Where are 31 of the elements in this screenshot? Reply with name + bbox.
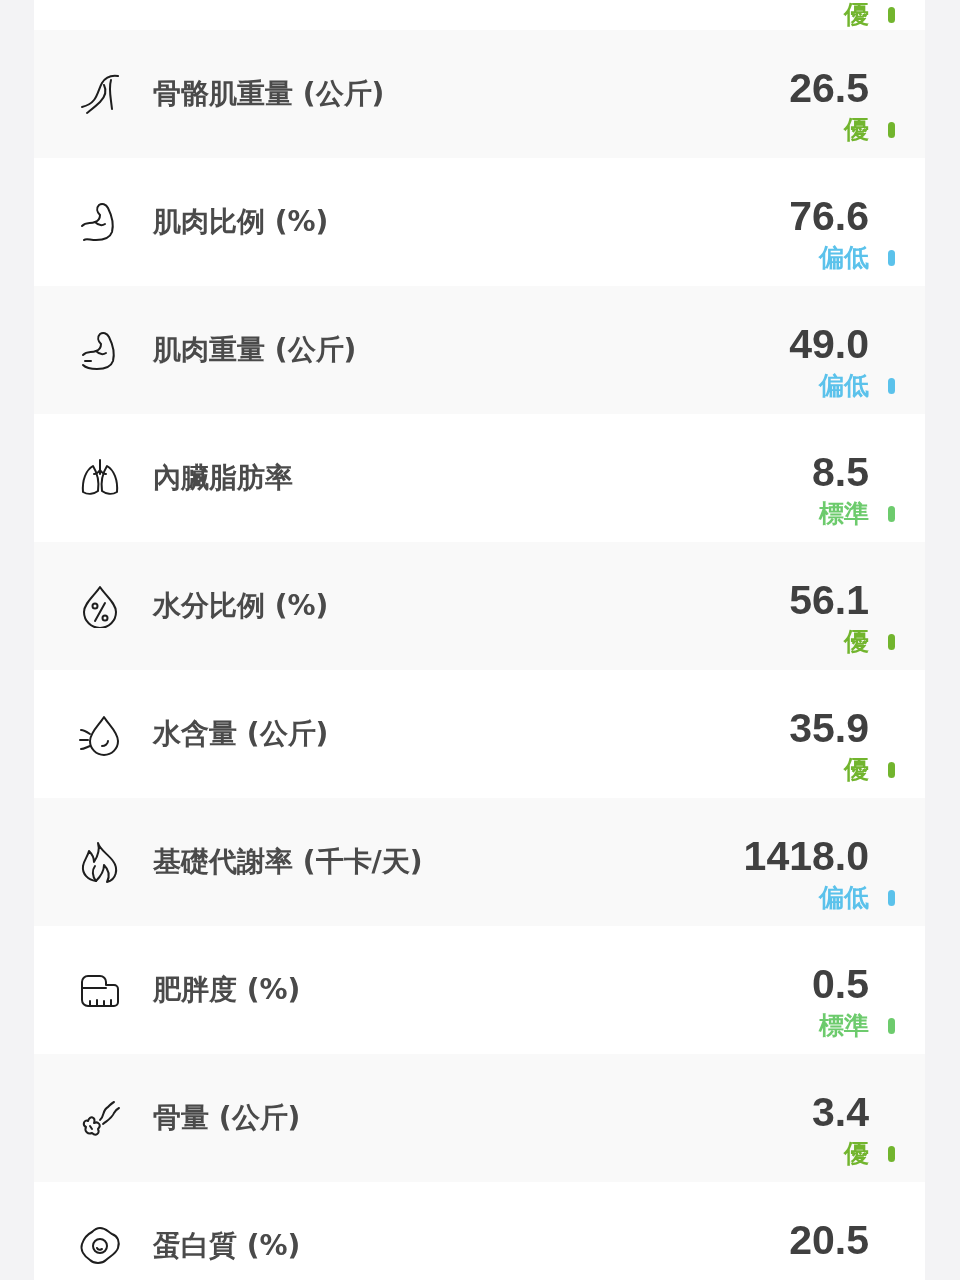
metric-label: 骨量 (公斤) bbox=[153, 1101, 301, 1135]
status-label: 優 bbox=[844, 0, 869, 30]
status-label: 標準 bbox=[819, 1011, 869, 1041]
leg-icon bbox=[78, 72, 122, 116]
metric-value: 8.5 bbox=[812, 450, 869, 494]
metric-label: 肌肉比例 (%) bbox=[153, 205, 329, 239]
metric-value: 76.6 bbox=[789, 194, 869, 238]
status-label: 優 bbox=[844, 627, 869, 657]
metric-value: 49.0 bbox=[789, 322, 869, 366]
status-label: 優 bbox=[844, 1139, 869, 1169]
metric-label: 肌肉重量 (公斤) bbox=[153, 333, 357, 367]
status-label: 偏低 bbox=[819, 883, 869, 913]
metric-label: 骨骼肌重量 (公斤) bbox=[153, 77, 385, 111]
metric-label: 水分比例 (%) bbox=[153, 589, 329, 623]
metric-value: 0.5 bbox=[812, 962, 869, 1006]
status-label: 偏低 bbox=[819, 243, 869, 273]
metric-label: 內臟脂肪率 bbox=[153, 461, 293, 495]
metric-value: 20.5 bbox=[789, 1218, 869, 1262]
metric-value: 1418.0 bbox=[743, 834, 869, 878]
status-label: 優 bbox=[844, 115, 869, 145]
status-label: 標準 bbox=[819, 499, 869, 529]
metric-label: 水含量 (公斤) bbox=[153, 717, 329, 751]
metric-label: 基礎代謝率 (千卡/天) bbox=[153, 845, 423, 879]
metric-label: 蛋白質 (%) bbox=[153, 1229, 301, 1263]
metric-value: 3.4 bbox=[812, 1090, 869, 1134]
metric-value: 56.1 bbox=[789, 578, 869, 622]
metric-value: 26.5 bbox=[789, 66, 869, 110]
status-label: 優 bbox=[844, 755, 869, 785]
metric-label: 肥胖度 (%) bbox=[153, 973, 301, 1007]
status-label: 偏低 bbox=[819, 371, 869, 401]
metric-value: 35.9 bbox=[789, 706, 869, 750]
